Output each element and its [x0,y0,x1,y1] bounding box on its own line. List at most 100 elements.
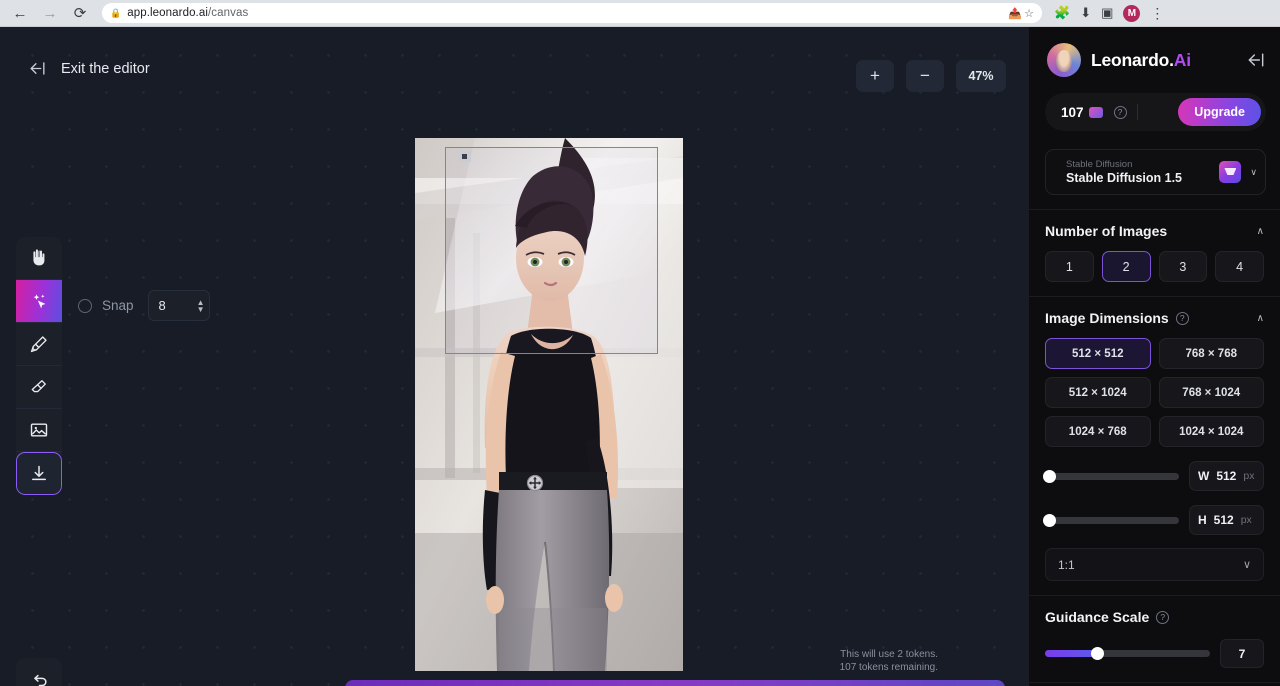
tokens-remaining-line: 107 tokens remaining. [840,661,938,674]
images-count-3[interactable]: 3 [1159,251,1208,282]
credits-bar: 107 ? Upgrade [1045,93,1266,131]
snap-stepper[interactable]: ▲ ▼ [197,299,209,313]
guidance-scale-slider[interactable] [1045,650,1210,657]
guidance-scale-knob[interactable] [1091,647,1104,660]
guidance-scale-fill [1045,650,1098,657]
eraser-tool[interactable] [16,366,62,409]
selection-rectangle[interactable] [445,147,658,354]
aspect-ratio-select[interactable]: 1:1 ∨ [1045,548,1264,581]
images-count-2[interactable]: 2 [1102,251,1151,282]
snap-input[interactable]: 8 ▲ ▼ [148,290,210,321]
height-unit: px [1241,514,1252,526]
width-label: W [1198,469,1209,483]
credits-help-icon[interactable]: ? [1114,106,1127,119]
number-of-images-title: Number of Images [1045,223,1167,239]
snap-label: Snap [102,298,134,313]
move-cursor-icon[interactable] [526,474,544,492]
generate-bar[interactable] [345,680,1005,686]
collapse-panel-icon[interactable] [1246,50,1266,70]
puzzle-icon[interactable]: 🧩 [1054,5,1070,21]
kebab-menu-icon[interactable]: ⋮ [1150,11,1164,15]
chevron-down-icon[interactable]: ∨ [1243,558,1251,571]
upgrade-button[interactable]: Upgrade [1178,98,1261,126]
height-label: H [1198,513,1207,527]
guidance-scale-title: Guidance Scale [1045,609,1149,625]
model-kind-label: Stable Diffusion [1066,159,1182,170]
pan-hand-tool[interactable] [16,237,62,280]
share-icon[interactable]: 📤 [1008,7,1022,20]
model-thumbnail [1219,161,1241,183]
undo-button[interactable] [16,658,62,686]
height-slider-knob[interactable] [1043,514,1056,527]
dimension-512x512[interactable]: 512 × 512 [1045,338,1151,369]
height-slider[interactable] [1045,517,1179,524]
image-dimensions-options: 512 × 512 768 × 768 512 × 1024 768 × 102… [1029,326,1280,447]
images-count-4[interactable]: 4 [1215,251,1264,282]
image-tool[interactable] [16,409,62,452]
canvas-workspace[interactable]: Exit the editor + − 47% [0,27,1028,686]
width-slider-row: W 512 px [1029,447,1280,491]
zoom-in-button[interactable]: + [856,60,894,92]
dimension-512x1024[interactable]: 512 × 1024 [1045,377,1151,408]
credit-count: 107 [1061,105,1084,120]
exit-editor-button[interactable]: Exit the editor [28,59,150,78]
width-value: 512 [1216,469,1236,483]
browser-nav-buttons: ← → ⟳ [0,1,94,25]
zoom-out-button[interactable]: − [906,60,944,92]
exit-arrow-icon [28,59,47,78]
number-of-images-options: 1 2 3 4 [1029,239,1280,282]
side-panel-icon[interactable]: ▣ [1101,5,1113,21]
brand-title: Leonardo.Ai [1091,50,1191,71]
model-selector[interactable]: Stable Diffusion Stable Diffusion 1.5 ∨ [1045,149,1266,195]
dimension-768x768[interactable]: 768 × 768 [1159,338,1265,369]
credits-divider [1137,104,1138,120]
snap-control: Snap 8 ▲ ▼ [78,290,210,321]
guidance-scale-header: Guidance Scale ? [1029,596,1280,625]
exit-editor-label: Exit the editor [61,61,150,77]
profile-avatar[interactable]: M [1123,5,1140,22]
width-unit: px [1243,470,1254,482]
download-tool[interactable] [16,452,62,495]
brand-header: Leonardo.Ai [1029,27,1280,77]
magic-select-tool[interactable] [16,280,62,323]
tool-rail [16,237,62,495]
lock-icon: 🔒 [110,8,121,19]
guidance-scale-value[interactable]: 7 [1220,639,1264,668]
chevron-down-icon[interactable]: ∨ [1250,167,1257,178]
width-slider[interactable] [1045,473,1179,480]
zoom-level-display[interactable]: 47% [956,60,1006,92]
snap-toggle-icon[interactable] [78,299,92,313]
dimension-1024x768[interactable]: 1024 × 768 [1045,416,1151,447]
chevron-up-icon[interactable]: ∧ [1257,226,1264,237]
dimension-1024x1024[interactable]: 1024 × 1024 [1159,416,1265,447]
aspect-ratio-value: 1:1 [1058,558,1075,572]
model-name-label: Stable Diffusion 1.5 [1066,171,1182,185]
address-bar[interactable]: 🔒 app.leonardo.ai/canvas 📤 ☆ [102,3,1042,23]
leonardo-canvas-app: Exit the editor + − 47% [0,27,1280,686]
zoom-controls: + − 47% [856,60,1006,92]
tokens-usage-line: This will use 2 tokens. [840,648,938,661]
image-dimensions-title: Image Dimensions [1045,310,1169,326]
width-slider-knob[interactable] [1043,470,1056,483]
chevron-up-icon[interactable]: ∧ [1257,313,1264,324]
tokens-note: This will use 2 tokens. 107 tokens remai… [840,648,938,674]
number-of-images-header[interactable]: Number of Images ∧ [1029,210,1280,239]
images-count-1[interactable]: 1 [1045,251,1094,282]
selection-handle-icon[interactable] [458,151,471,162]
brush-tool[interactable] [16,323,62,366]
image-dimensions-help-icon[interactable]: ? [1176,312,1189,325]
browser-toolbar: ← → ⟳ 🔒 app.leonardo.ai/canvas 📤 ☆ 🧩 ⬇ ▣… [0,0,1280,27]
height-field[interactable]: H 512 px [1189,505,1264,535]
star-icon[interactable]: ☆ [1024,7,1034,20]
download-icon[interactable]: ⬇ [1080,5,1091,21]
back-arrow-icon[interactable]: ← [6,1,34,25]
forward-arrow-icon[interactable]: → [36,1,64,25]
guidance-scale-help-icon[interactable]: ? [1156,611,1169,624]
chevron-down-icon[interactable]: ▼ [197,306,205,313]
width-field[interactable]: W 512 px [1189,461,1264,491]
dimension-768x1024[interactable]: 768 × 1024 [1159,377,1265,408]
snap-value: 8 [149,298,166,313]
brand-avatar [1047,43,1081,77]
reload-icon[interactable]: ⟳ [66,1,94,25]
image-dimensions-header[interactable]: Image Dimensions ? ∧ [1029,297,1280,326]
